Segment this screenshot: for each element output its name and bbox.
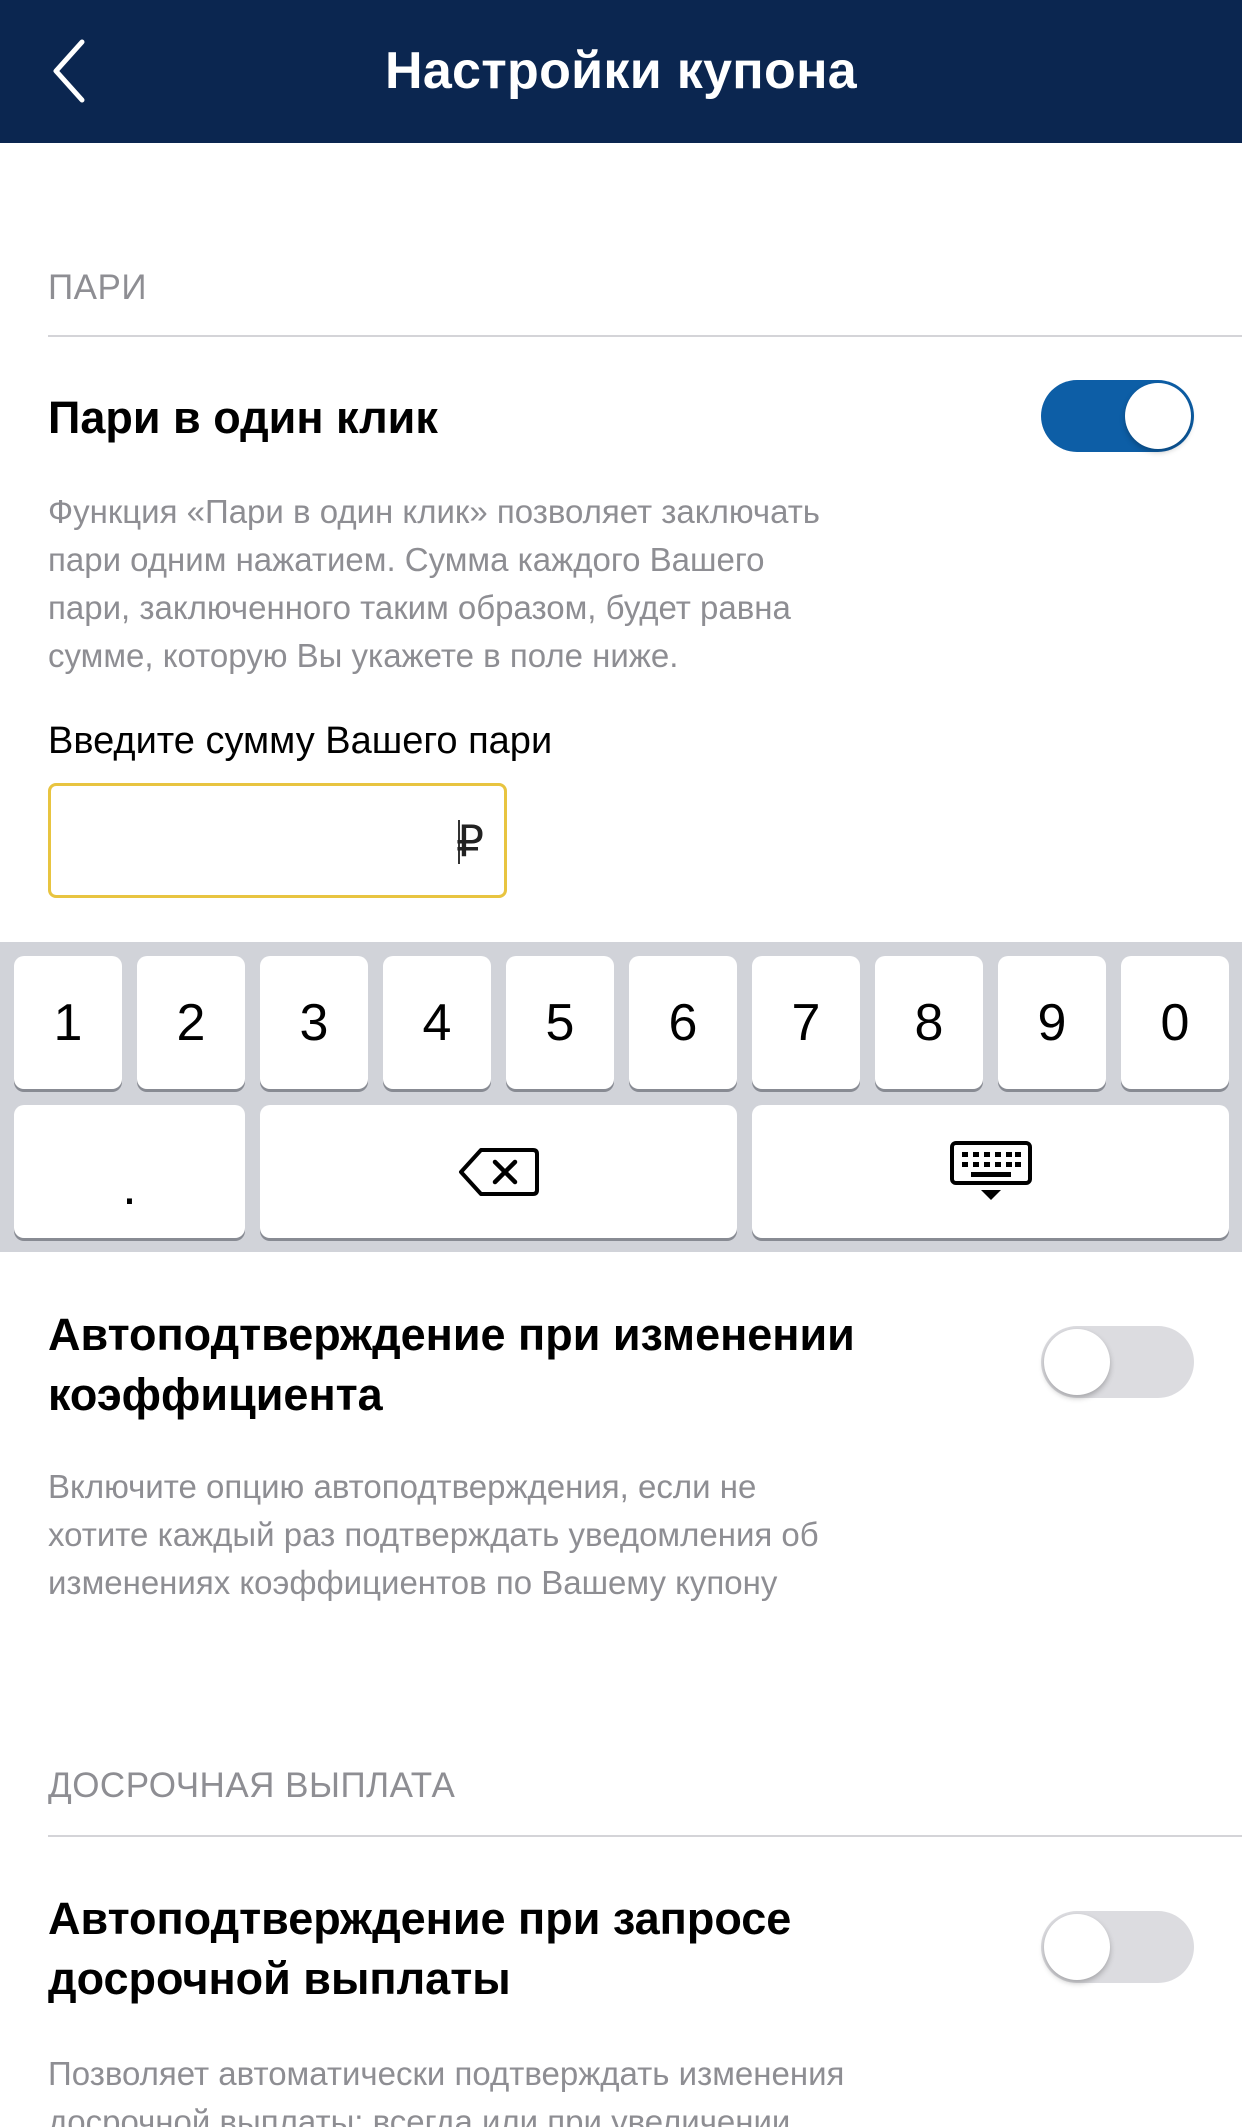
key-5[interactable]: 5 [506,956,614,1089]
dot-label: . [122,1157,137,1216]
backspace-icon [458,1147,539,1196]
title-line: Автоподтверждение при запросе [48,1893,792,1944]
description-line: досрочной выплаты: всегда или при увелич… [48,2103,791,2127]
auto-early-title: Автоподтверждение при запросе досрочной … [48,1889,791,2009]
key-6[interactable]: 6 [629,956,737,1089]
toggle-knob [1125,383,1191,449]
description-line: сумме, которую Вы укажете в поле ниже. [48,637,679,674]
one-click-title: Пари в один клик [48,392,438,443]
key-hide-keyboard[interactable] [752,1105,1229,1238]
one-click-description: Функция «Пари в один клик» позволяет зак… [48,488,948,680]
title-line: досрочной выплаты [48,1953,511,2004]
one-click-toggle[interactable] [1041,380,1194,452]
key-3[interactable]: 3 [260,956,368,1089]
key-2[interactable]: 2 [137,956,245,1089]
key-0[interactable]: 0 [1121,956,1229,1089]
key-8[interactable]: 8 [875,956,983,1089]
amount-label: Введите сумму Вашего пари [48,720,553,762]
key-dot[interactable]: . [14,1105,245,1238]
section-divider [48,335,1242,337]
numeric-keyboard: 1 2 3 4 5 6 7 8 9 0 . [0,942,1242,1252]
description-line: изменениях коэффициентов по Вашему купон… [48,1564,778,1601]
key-4[interactable]: 4 [383,956,491,1089]
auto-early-toggle[interactable] [1041,1911,1194,1983]
key-7[interactable]: 7 [752,956,860,1089]
auto-odds-description: Включите опцию автоподтверждения, если н… [48,1463,948,1607]
key-backspace[interactable] [260,1105,737,1238]
section-label-early-payout: ДОСРОЧНАЯ ВЫПЛАТА [48,1766,456,1805]
title-line: Автоподтверждение при изменении [48,1309,855,1360]
toggle-knob [1044,1914,1110,1980]
currency-symbol: ₽ [456,817,484,866]
description-line: пари, заключенного таким образом, будет … [48,589,791,626]
amount-field[interactable] [48,783,507,898]
section-label-pari: ПАРИ [48,268,148,307]
description-line: Позволяет автоматически подтверждать изм… [48,2055,845,2092]
nav-bar: Настройки купона [0,0,1242,143]
auto-odds-toggle[interactable] [1041,1326,1194,1398]
coupon-settings-screen: Настройки купона ПАРИ Пари в один клик Ф… [0,0,1242,2127]
key-9[interactable]: 9 [998,956,1106,1089]
description-line: Функция «Пари в один клик» позволяет зак… [48,493,821,530]
description-line: Включите опцию автоподтверждения, если н… [48,1468,757,1505]
description-line: пари одним нажатием. Сумма каждого Вашег… [48,541,765,578]
amount-input[interactable] [69,806,403,880]
section-divider [48,1835,1242,1837]
title-line: коэффициента [48,1369,383,1420]
auto-odds-title: Автоподтверждение при изменении коэффици… [48,1305,855,1425]
key-1[interactable]: 1 [14,956,122,1089]
keyboard-hide-icon [949,1140,1032,1200]
auto-early-description: Позволяет автоматически подтверждать изм… [48,2050,948,2127]
page-title: Настройки купона [384,42,858,100]
toggle-knob [1044,1329,1110,1395]
description-line: хотите каждый раз подтверждать уведомлен… [48,1516,819,1553]
